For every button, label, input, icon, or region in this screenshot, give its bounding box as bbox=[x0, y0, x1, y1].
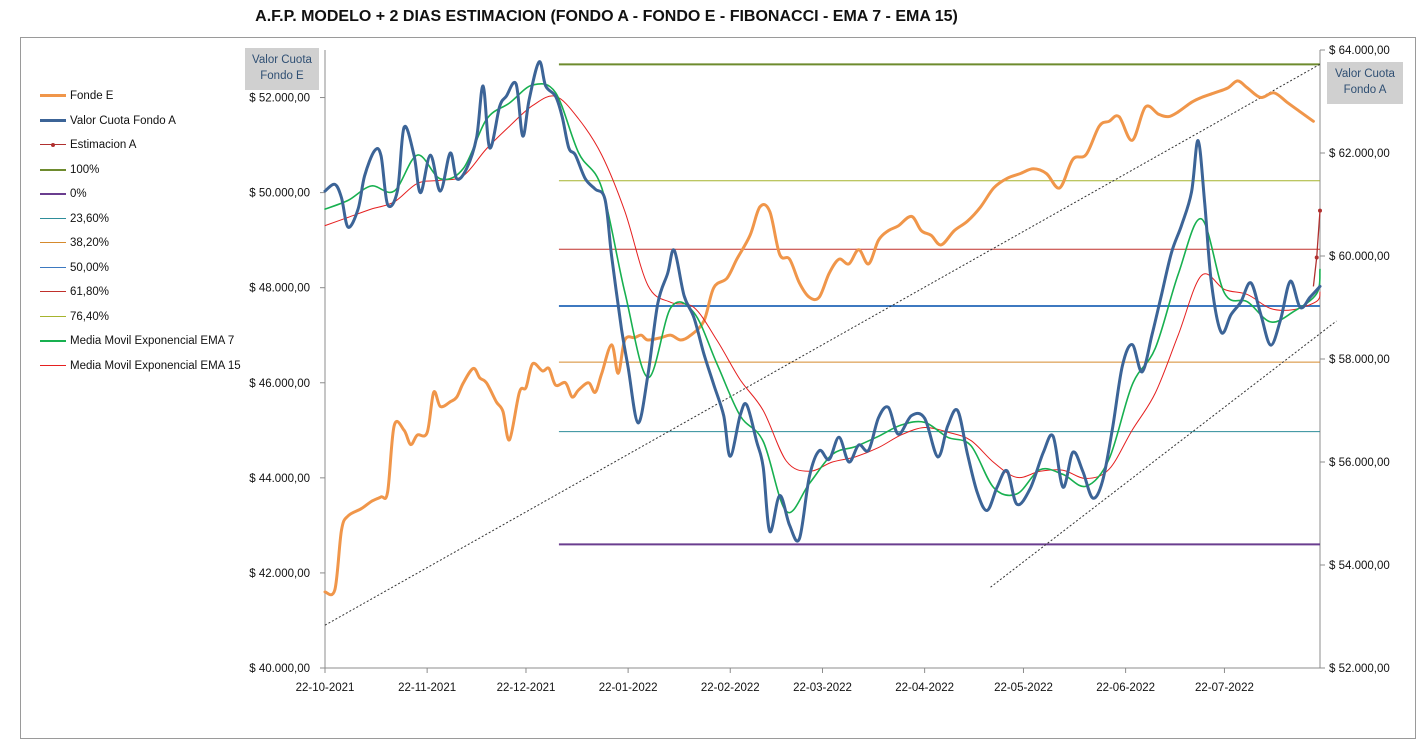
y-left-tick-label: $ 50.000,00 bbox=[249, 188, 310, 200]
chart-plot: $ 40.000,00 $ 42.000,00 $ 44.000,00 $ 46.00… bbox=[249, 45, 1390, 694]
series-estimacion-a bbox=[1312, 210, 1321, 287]
x-tick-label: 22-02-2022 bbox=[701, 682, 760, 694]
x-tick-label: 22-12-2021 bbox=[497, 682, 556, 694]
x-tick-label: 22-03-2022 bbox=[793, 682, 852, 694]
x-tick-label: 22-01-2022 bbox=[599, 682, 658, 694]
y-right-tick-label: $ 58.000,00 bbox=[1329, 354, 1390, 366]
y-right-tick-label: $ 54.000,00 bbox=[1329, 560, 1390, 572]
x-tick-label: 22-07-2022 bbox=[1195, 682, 1254, 694]
x-tick-label: 22-04-2022 bbox=[895, 682, 954, 694]
y-left-tick-label: $ 42.000,00 bbox=[249, 568, 310, 580]
series-fondo-a bbox=[323, 60, 1322, 543]
y-right-tick-label: $ 60.000,00 bbox=[1329, 251, 1390, 263]
y-left-tick-label: $ 40.000,00 bbox=[249, 663, 310, 675]
x-tick-label: 22-06-2022 bbox=[1096, 682, 1155, 694]
series-fondo-e bbox=[323, 79, 1315, 597]
y-left-tick-label: $ 48.000,00 bbox=[249, 283, 310, 295]
estimacion-a-point bbox=[1314, 255, 1319, 260]
y-left-tick-label: $ 52.000,00 bbox=[249, 93, 310, 105]
y-right-tick-label: $ 62.000,00 bbox=[1329, 148, 1390, 160]
y-right-tick-label: $ 52.000,00 bbox=[1329, 663, 1390, 675]
x-tick-label: 22-05-2022 bbox=[994, 682, 1053, 694]
y-right-tick-label: $ 56.000,00 bbox=[1329, 457, 1390, 469]
x-tick-label: 22-11-2021 bbox=[398, 682, 456, 694]
y-right-tick-label: $ 64.000,00 bbox=[1329, 45, 1390, 57]
y-left-tick-label: $ 44.000,00 bbox=[249, 473, 310, 485]
x-tick-label: 22-10-2021 bbox=[296, 682, 355, 694]
y-left-tick-label: $ 46.000,00 bbox=[249, 378, 310, 390]
estimacion-a-point bbox=[1318, 208, 1322, 213]
